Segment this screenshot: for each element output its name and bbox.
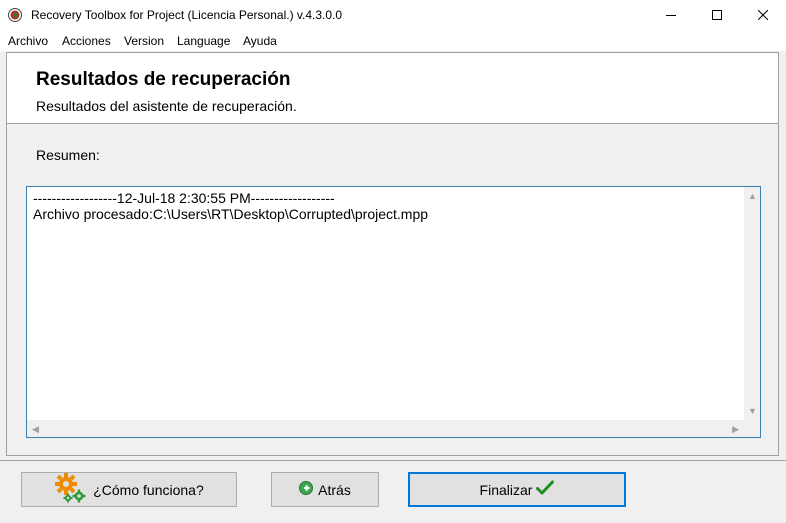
close-button[interactable]	[740, 0, 786, 30]
menu-archivo[interactable]: Archivo	[8, 34, 48, 48]
finish-button[interactable]: Finalizar	[408, 472, 626, 507]
title-bar: Recovery Toolbox for Project (Licencia P…	[0, 0, 786, 30]
finish-label: Finalizar	[479, 481, 533, 498]
close-icon	[758, 10, 768, 20]
window-title: Recovery Toolbox for Project (Licencia P…	[31, 8, 343, 22]
scroll-left-icon[interactable]: ◀	[32, 424, 39, 434]
footer-divider	[0, 460, 786, 461]
log-line: Archivo procesado:C:\Users\RT\Desktop\Co…	[33, 206, 429, 222]
page-subtitle: Resultados del asistente de recuperación…	[36, 98, 297, 114]
scroll-corner	[744, 420, 760, 437]
summary-section: Resumen: ------------------12-Jul-18 2:3…	[7, 124, 778, 455]
checkmark-icon	[536, 480, 555, 499]
horizontal-scrollbar[interactable]: ◀ ▶	[27, 420, 744, 437]
scroll-down-icon[interactable]: ▼	[748, 406, 757, 416]
page-title: Resultados de recuperación	[36, 69, 291, 90]
menu-language[interactable]: Language	[177, 34, 230, 48]
gears-icon	[54, 472, 88, 507]
menu-version[interactable]: Version	[124, 34, 164, 48]
maximize-icon	[712, 10, 722, 20]
menu-bar: Archivo Acciones Version Language Ayuda	[0, 30, 786, 51]
back-arrow-icon	[299, 481, 314, 498]
back-label: Atrás	[318, 481, 351, 498]
app-logo-icon	[8, 8, 22, 22]
menu-acciones[interactable]: Acciones	[62, 34, 111, 48]
minimize-button[interactable]	[648, 0, 694, 30]
log-line: ------------------12-Jul-18 2:30:55 PM--…	[33, 190, 335, 206]
results-log-textbox[interactable]: ------------------12-Jul-18 2:30:55 PM--…	[26, 186, 761, 438]
vertical-scrollbar[interactable]: ▲ ▼	[744, 187, 760, 420]
page-header: Resultados de recuperación Resultados de…	[7, 53, 778, 123]
wizard-panel: Resultados de recuperación Resultados de…	[6, 52, 779, 456]
scroll-right-icon[interactable]: ▶	[732, 424, 739, 434]
back-button[interactable]: Atrás	[271, 472, 379, 507]
how-it-works-button[interactable]: ¿Cómo funciona?	[21, 472, 237, 507]
how-it-works-label: ¿Cómo funciona?	[93, 481, 204, 498]
maximize-button[interactable]	[694, 0, 740, 30]
menu-ayuda[interactable]: Ayuda	[243, 34, 277, 48]
scroll-up-icon[interactable]: ▲	[748, 191, 757, 201]
minimize-icon	[666, 15, 676, 16]
summary-label: Resumen:	[36, 147, 100, 163]
